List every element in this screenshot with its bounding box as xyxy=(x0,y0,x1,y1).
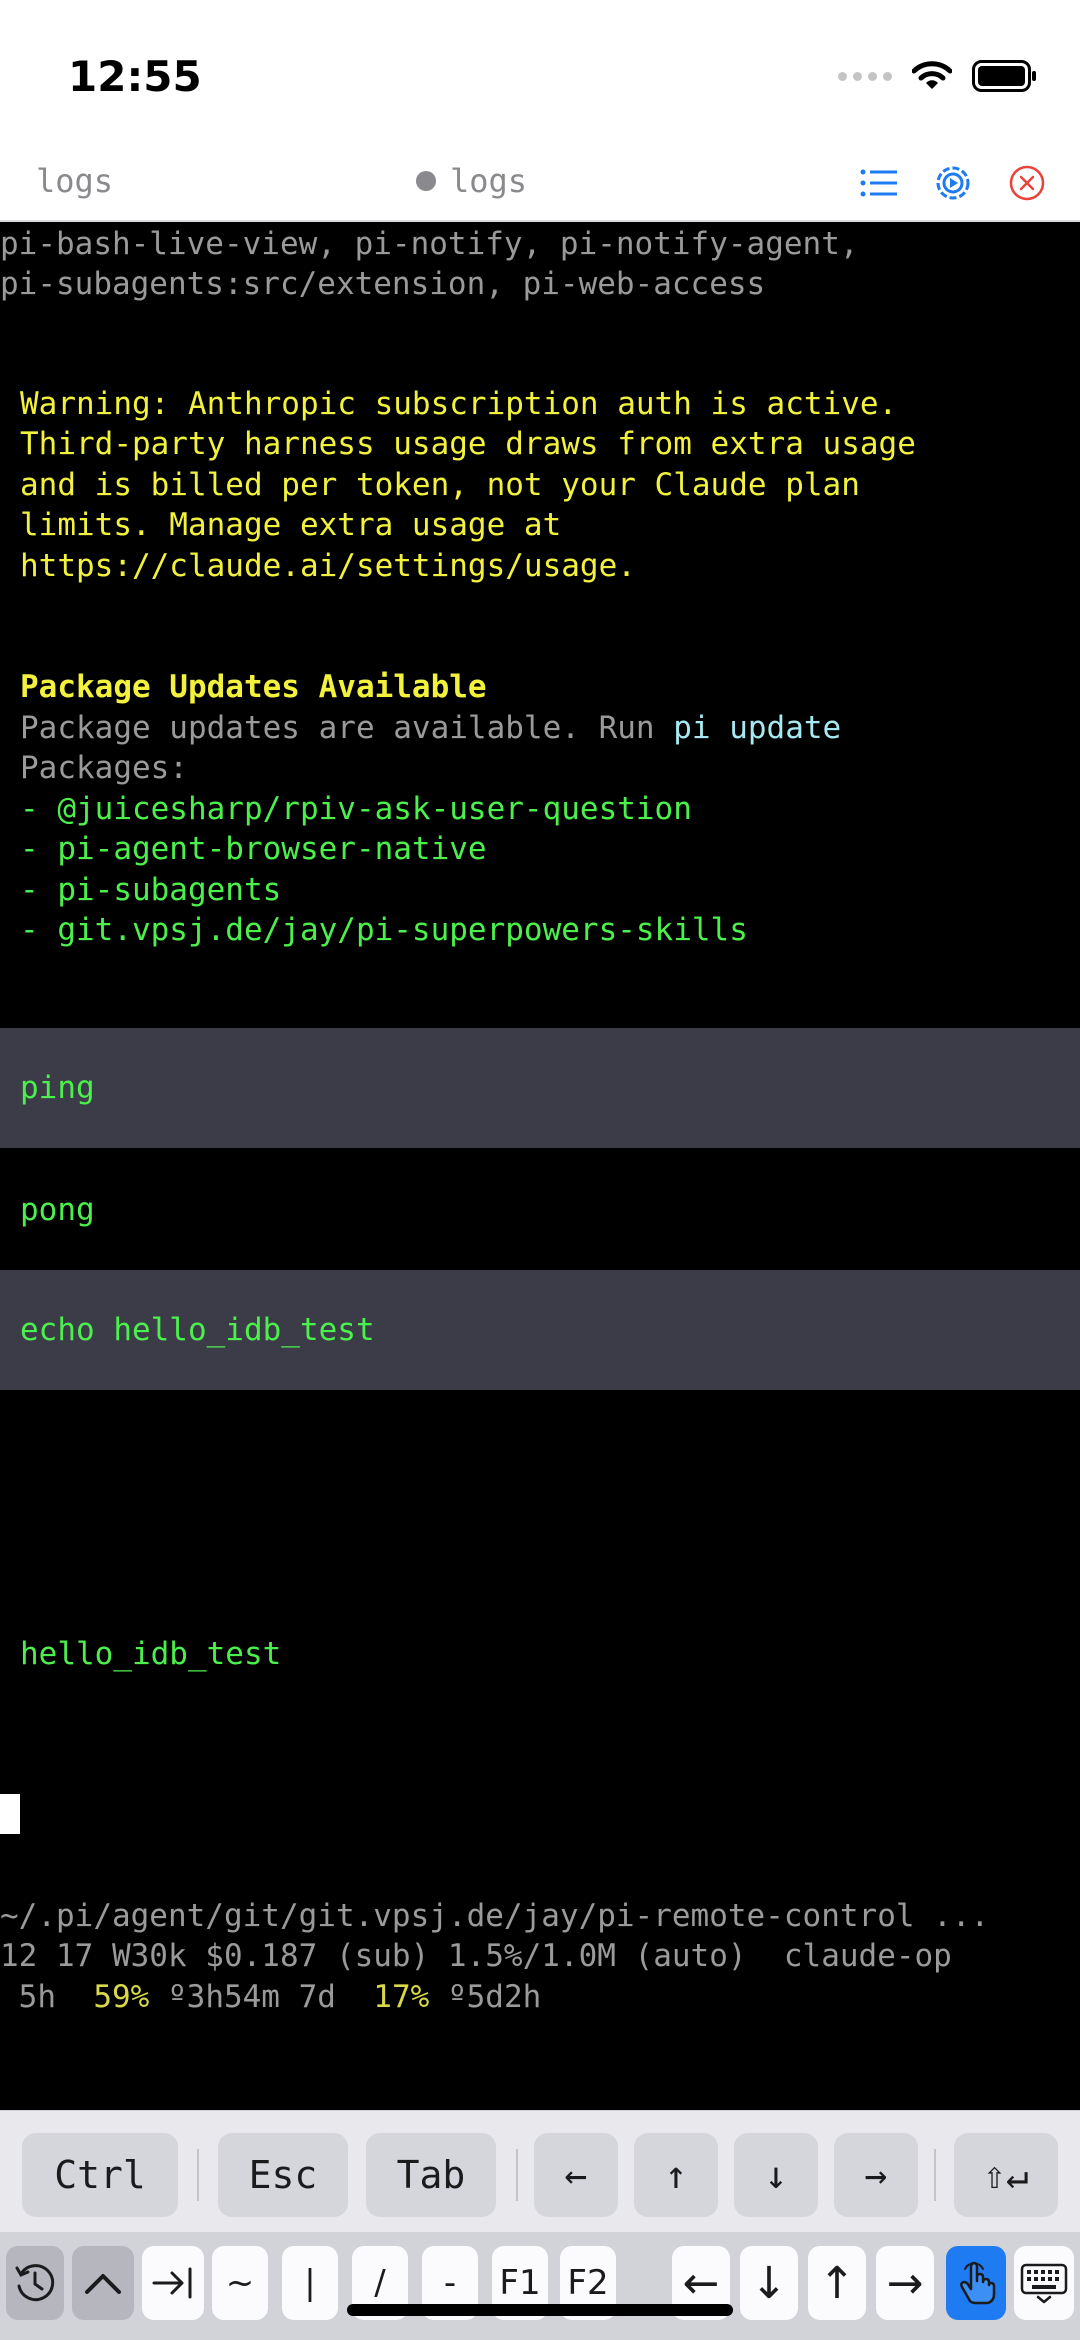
settings-icon xyxy=(936,166,970,200)
tilde-key[interactable]: ~ xyxy=(212,2246,268,2320)
warning-line: https://claude.ai/settings/usage. xyxy=(20,548,636,584)
warning-line: and is billed per token, not your Claude… xyxy=(20,467,860,503)
usage-line: 5h 59% º3h54m 7d 17% º5d2h xyxy=(0,1977,542,2018)
status-time: 12:55 xyxy=(68,52,202,101)
keyboard-toolbar: ~ | / - F1 F2 ← ↓ ↑ → xyxy=(0,2232,1080,2340)
arrow-down-button[interactable]: ↓ xyxy=(740,2246,798,2320)
extensions-line-2: pi-subagents:src/extension, pi-web-acces… xyxy=(0,266,766,302)
keyboard-icon xyxy=(1020,2263,1068,2304)
esc-key[interactable]: Esc xyxy=(218,2133,348,2217)
usage-window-5h: 5h xyxy=(0,1979,94,2015)
package-item: - @juicesharp/rpiv-ask-user-question xyxy=(20,791,692,827)
arrow-left-key[interactable]: ← xyxy=(534,2133,618,2217)
list-button[interactable] xyxy=(856,160,902,206)
tab-actions xyxy=(856,160,1050,206)
home-indicator[interactable] xyxy=(347,2304,733,2316)
close-icon xyxy=(1009,165,1045,201)
key-separator xyxy=(197,2149,199,2201)
cellular-signal-icon xyxy=(838,71,892,81)
history-button[interactable] xyxy=(6,2246,64,2320)
package-item: - pi-agent-browser-native xyxy=(20,831,487,867)
settings-button[interactable] xyxy=(930,160,976,206)
arrow-right-button[interactable]: → xyxy=(876,2246,934,2320)
warning-line: Warning: Anthropic subscription auth is … xyxy=(20,386,898,422)
hand-pointer-icon xyxy=(960,2261,996,2305)
updates-text-body: Package updates are available. Run xyxy=(20,710,674,746)
keyboard-button[interactable] xyxy=(1014,2246,1074,2320)
key-separator xyxy=(934,2149,936,2201)
warning-line: limits. Manage extra usage at xyxy=(20,507,562,543)
arrow-up-button[interactable]: ↑ xyxy=(808,2246,866,2320)
list-icon xyxy=(860,169,897,197)
tab-logs-active[interactable]: logs xyxy=(416,162,527,200)
user-message: echo hello_idb_test xyxy=(20,1312,375,1348)
package-item: - pi-subagents xyxy=(20,872,282,908)
tab-key[interactable]: Tab xyxy=(366,2133,496,2217)
updates-command: pi update xyxy=(673,710,842,746)
terminal-cursor xyxy=(0,1794,20,1834)
close-button[interactable] xyxy=(1004,160,1050,206)
ctrl-key[interactable]: Ctrl xyxy=(22,2133,178,2217)
user-message-band xyxy=(0,1028,1080,1148)
extensions-line-1: pi-bash-live-view, pi-notify, pi-notify-… xyxy=(0,226,859,262)
tab-active-label: logs xyxy=(450,162,528,200)
assistant-reply: pong xyxy=(20,1192,95,1228)
scroll-up-button[interactable] xyxy=(72,2246,134,2320)
shift-enter-key[interactable]: ⇧↵ xyxy=(954,2133,1058,2217)
updates-title: Package Updates Available xyxy=(20,669,487,705)
usage-percent-5h: 59% xyxy=(93,1979,150,2015)
usage-reset-5h: º3h54m 7d xyxy=(149,1979,374,2015)
wifi-icon xyxy=(912,61,952,89)
tab-key-icon xyxy=(152,2267,192,2299)
warning-line: Third-party harness usage draws from ext… xyxy=(20,426,916,462)
battery-icon xyxy=(972,60,1036,92)
user-message: ping xyxy=(20,1070,95,1106)
chevron-up-icon xyxy=(85,2274,121,2294)
updates-text: Package updates are available. Run pi up… xyxy=(20,708,841,749)
tab-bar: logs logs xyxy=(0,150,1080,222)
key-separator xyxy=(516,2149,518,2201)
history-icon xyxy=(15,2264,55,2302)
arrow-up-key[interactable]: ↑ xyxy=(634,2133,718,2217)
status-icons xyxy=(838,60,1038,92)
active-dot-icon xyxy=(416,171,436,191)
touch-mode-button[interactable] xyxy=(946,2246,1006,2320)
arrow-down-key[interactable]: ↓ xyxy=(734,2133,818,2217)
tab-button[interactable] xyxy=(142,2246,204,2320)
footer-path: ~/.pi/agent/git/git.vpsj.de/jay/pi-remot… xyxy=(0,1898,990,1934)
special-keys-row: Ctrl Esc Tab ← ↑ ↓ → ⇧↵ xyxy=(0,2110,1080,2232)
usage-percent-7d: 17% xyxy=(373,1979,430,2015)
pipe-key[interactable]: | xyxy=(282,2246,338,2320)
arrow-right-key[interactable]: → xyxy=(834,2133,918,2217)
status-bar: 12:55 xyxy=(0,0,1080,150)
terminal-view[interactable]: pi-bash-live-view, pi-notify, pi-notify-… xyxy=(0,222,1080,2110)
usage-reset-7d: º5d2h xyxy=(429,1979,542,2015)
packages-label: Packages: xyxy=(20,750,188,786)
tab-logs[interactable]: logs xyxy=(36,162,113,200)
footer-stats: 12 17 W30k $0.187 (sub) 1.5%/1.0M (auto)… xyxy=(0,1938,952,1974)
command-output: hello_idb_test xyxy=(20,1636,282,1672)
package-item: - git.vpsj.de/jay/pi-superpowers-skills xyxy=(20,912,748,948)
